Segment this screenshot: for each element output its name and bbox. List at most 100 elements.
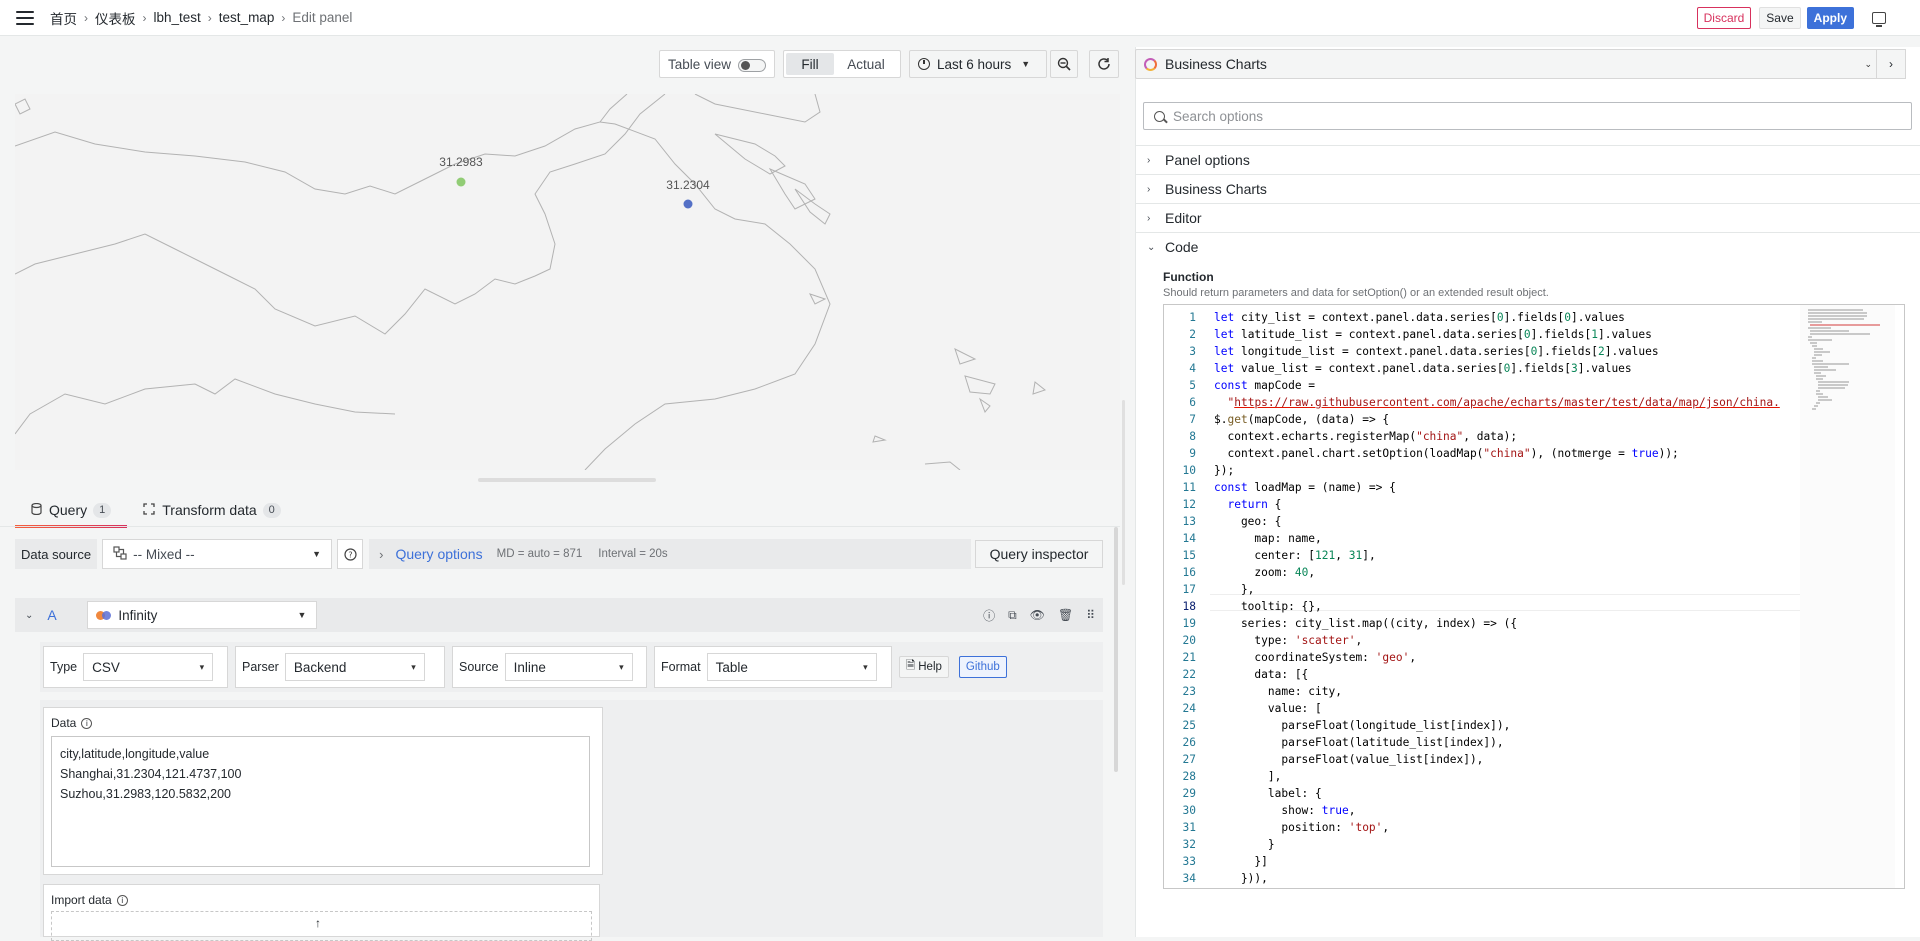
line-number: 21 xyxy=(1182,651,1196,664)
code-editor[interactable]: 1 2 3 4 5 6 7 8 9 10 11 12 13 14 15 16 17 18 19 20 21 22 23 24 2… xyxy=(1163,304,1905,889)
chevron-down-icon: ⌄ xyxy=(1864,58,1872,69)
minimap-line xyxy=(1818,399,1833,401)
minimap-line xyxy=(1812,345,1818,347)
visualization-name: Business Charts xyxy=(1165,56,1267,72)
actual-button[interactable]: Actual xyxy=(834,57,898,72)
breadcrumb-dashboards[interactable]: 仪表板 xyxy=(95,8,136,28)
code-line: geo: { xyxy=(1214,515,1282,528)
query-datasource-select[interactable]: Infinity ▼ xyxy=(87,601,318,629)
visualization-picker[interactable]: Business Charts ⌄ xyxy=(1135,49,1887,79)
type-select[interactable]: CSV ▾ xyxy=(83,653,214,681)
chevron-down-icon: ▾ xyxy=(863,661,868,672)
line-number: 22 xyxy=(1182,668,1196,681)
parser-select[interactable]: Backend ▾ xyxy=(284,653,425,681)
section-code[interactable]: ⌄ Code xyxy=(1135,232,1920,261)
map-point-suzhou[interactable] xyxy=(456,177,466,187)
line-number: 23 xyxy=(1182,685,1196,698)
code-line: map: name, xyxy=(1214,532,1322,545)
section-panel-options[interactable]: › Panel options xyxy=(1135,145,1920,174)
chevron-right-icon: › xyxy=(1889,57,1893,71)
eye-icon[interactable]: 👁 xyxy=(1030,608,1045,622)
time-range-picker[interactable]: Last 6 hours ▼ xyxy=(909,50,1047,78)
pane-resize-handle[interactable] xyxy=(1122,400,1125,585)
tab-transform-count: 0 xyxy=(262,502,281,518)
tab-transform[interactable]: Transform data 0 xyxy=(127,495,297,525)
line-number: 32 xyxy=(1182,838,1196,851)
chevron-down-icon: ▾ xyxy=(199,661,205,672)
tab-query-count: 1 xyxy=(93,502,112,518)
import-card: Import data i ↑ xyxy=(43,884,600,941)
map-label-shanghai: 31.2304 xyxy=(666,178,710,192)
menu-icon[interactable] xyxy=(16,10,34,25)
monitor-icon[interactable] xyxy=(1872,12,1886,27)
breadcrumb-folder[interactable]: lbh_test xyxy=(154,10,201,25)
help-doc-button[interactable]: 🗎 Help xyxy=(899,656,949,678)
code-line: context.echarts.registerMap("china", dat… xyxy=(1214,430,1518,443)
minimap-line xyxy=(1808,321,1822,323)
code-line: }, xyxy=(1214,583,1255,596)
help-button[interactable]: ? xyxy=(337,539,364,569)
query-help-icon[interactable]: ⓘ xyxy=(983,607,995,624)
code-line: zoom: 40, xyxy=(1214,566,1316,579)
code-content[interactable]: let city_list = context.panel.data.serie… xyxy=(1214,309,1844,887)
mixed-icon xyxy=(113,545,127,563)
discard-button[interactable]: Discard xyxy=(1696,7,1752,29)
minimap-line xyxy=(1814,372,1822,374)
datasource-select[interactable]: -- Mixed -- ▼ xyxy=(102,539,333,569)
query-scrollbar[interactable] xyxy=(1114,527,1118,772)
source-select[interactable]: Inline ▾ xyxy=(504,653,633,681)
fill-actual-group: Fill Actual xyxy=(783,50,901,78)
source-label: Source xyxy=(459,660,499,674)
chevron-down-icon[interactable]: ⌄ xyxy=(25,610,33,621)
drag-handle-icon[interactable]: ⠿ xyxy=(1086,608,1095,622)
breadcrumb-dashboard[interactable]: test_map xyxy=(219,10,275,25)
query-inspector-button[interactable]: Query inspector xyxy=(975,540,1103,568)
clock-icon xyxy=(918,58,930,70)
type-value: CSV xyxy=(92,659,120,675)
map-visualization[interactable]: 31.2983 31.2304 xyxy=(15,94,1120,470)
line-number: 5 xyxy=(1189,379,1196,392)
search-options-input[interactable]: Search options xyxy=(1143,102,1912,130)
upload-icon: ↑ xyxy=(315,916,321,930)
collapse-pane-button[interactable]: › xyxy=(1876,49,1906,79)
fill-button[interactable]: Fill xyxy=(786,53,834,75)
save-button[interactable]: Save xyxy=(1759,7,1801,29)
line-number: 6 xyxy=(1189,396,1196,409)
query-datasource-value: Infinity xyxy=(118,607,158,623)
minimap-line xyxy=(1814,351,1831,353)
query-row-header: ⌄ A Infinity ▼ ⓘ ⧉ 👁 🗑 ⠿ xyxy=(15,598,1103,632)
trash-icon[interactable]: 🗑 xyxy=(1058,608,1073,622)
map-label-suzhou: 31.2983 xyxy=(439,155,483,169)
refresh-button[interactable] xyxy=(1089,50,1119,78)
line-number: 33 xyxy=(1182,855,1196,868)
data-textarea[interactable]: city,latitude,longitude,value Shanghai,3… xyxy=(51,736,590,867)
duplicate-icon[interactable]: ⧉ xyxy=(1008,608,1017,623)
apply-button[interactable]: Apply xyxy=(1806,7,1854,29)
section-label: Panel options xyxy=(1165,152,1250,168)
info-icon[interactable]: i xyxy=(116,895,128,907)
code-line: }); xyxy=(1214,464,1235,477)
horizontal-scrollbar[interactable] xyxy=(478,478,656,482)
minimap-line xyxy=(1818,381,1849,383)
zoom-out-button[interactable] xyxy=(1050,50,1078,78)
code-line: return { xyxy=(1227,498,1282,511)
code-minimap[interactable] xyxy=(1800,305,1895,888)
datasource-value: -- Mixed -- xyxy=(133,546,195,562)
interval-info: Interval = 20s xyxy=(598,548,668,560)
github-button[interactable]: Github xyxy=(958,656,1007,678)
query-options-link[interactable]: Query options xyxy=(395,546,482,562)
max-datapoints-info: MD = auto = 871 xyxy=(496,548,583,560)
info-icon[interactable]: i xyxy=(81,718,93,730)
svg-text:?: ? xyxy=(348,550,352,559)
tab-query[interactable]: Query 1 xyxy=(15,495,128,528)
minimap-line xyxy=(1810,330,1849,332)
breadcrumb-home[interactable]: 首页 xyxy=(50,8,77,28)
section-editor[interactable]: › Editor xyxy=(1135,203,1920,232)
section-business-charts[interactable]: › Business Charts xyxy=(1135,174,1920,203)
toggle-switch[interactable] xyxy=(738,59,766,72)
format-select[interactable]: Table ▾ xyxy=(706,653,877,681)
query-ref-id[interactable]: A xyxy=(47,607,67,623)
map-point-shanghai[interactable] xyxy=(683,199,693,209)
code-line: const loadMap = (name) => { xyxy=(1214,481,1396,494)
table-view-toggle[interactable]: Table view xyxy=(659,50,775,78)
